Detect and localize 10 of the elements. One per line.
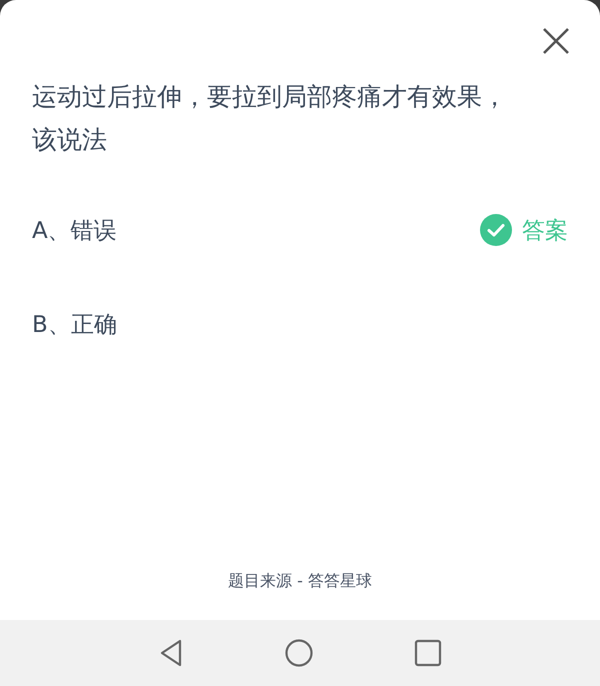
recents-icon[interactable] bbox=[414, 639, 442, 667]
close-icon[interactable] bbox=[542, 27, 570, 55]
source-text: 题目来源 - 答答星球 bbox=[227, 571, 373, 592]
answer-label: 答案 bbox=[522, 216, 568, 246]
home-icon[interactable] bbox=[284, 638, 314, 668]
question-text: 运动过后拉伸，要拉到局部疼痛才有效果，该说法 bbox=[32, 81, 508, 156]
answer-option[interactable]: B、正确 bbox=[32, 308, 117, 340]
answer-option[interactable]: A、错误 bbox=[32, 214, 117, 246]
back-icon[interactable] bbox=[158, 638, 184, 668]
check-icon bbox=[480, 214, 512, 246]
